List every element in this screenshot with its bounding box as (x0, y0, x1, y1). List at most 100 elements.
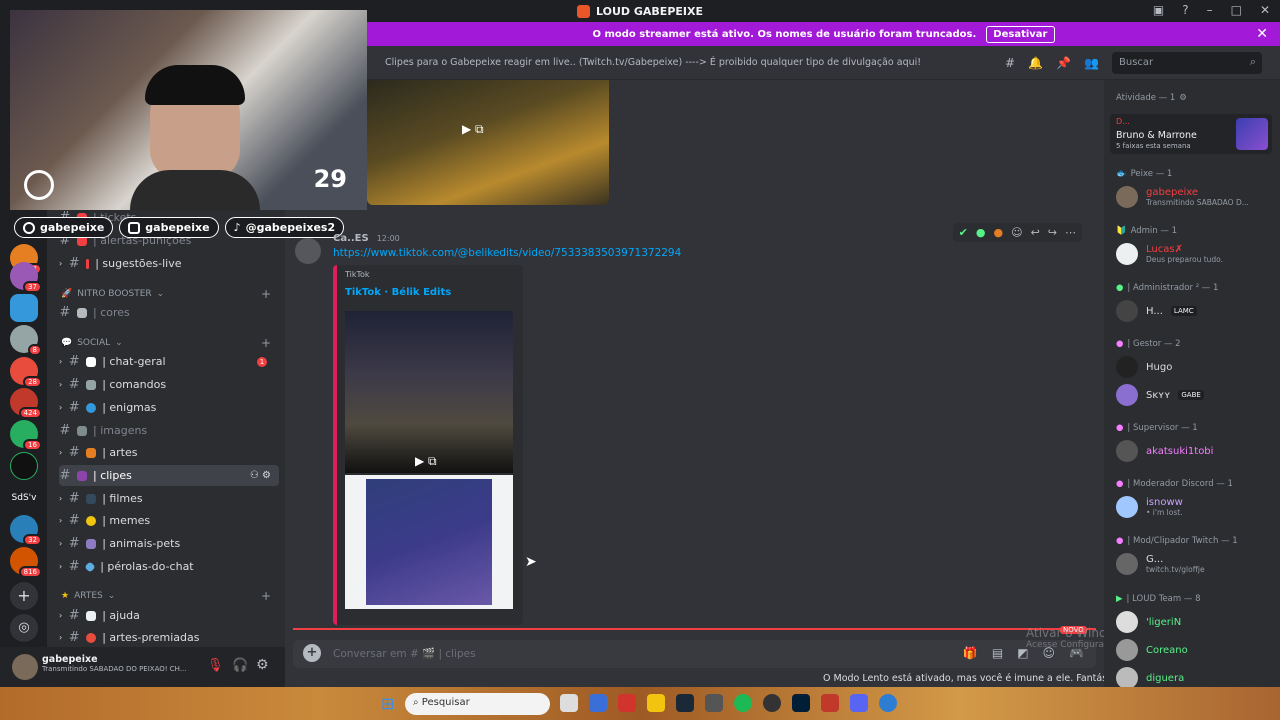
server-icon[interactable] (10, 294, 38, 322)
invite-icon[interactable]: ⚇ (250, 470, 259, 481)
art-emoji-icon (86, 447, 97, 458)
add-channel-icon[interactable]: + (261, 589, 271, 603)
channel-item-ajuda[interactable]: › # | ajuda (59, 605, 279, 626)
member-item[interactable]: 'ligeriN (1116, 607, 1276, 637)
channel-item-artes-premiadas[interactable]: › # | artes-premiadas (59, 627, 279, 647)
channel-item-comandos[interactable]: › # | comandos (59, 374, 279, 395)
taskbar-search[interactable]: ⌕ Pesquisar (405, 693, 550, 715)
server-icon[interactable]: SdS'v (10, 484, 38, 512)
spotify-icon[interactable] (734, 694, 752, 712)
reply-icon[interactable]: ↩ (1031, 226, 1040, 239)
member-item[interactable]: G... twitch.tv/gloffje (1116, 549, 1276, 579)
obs-icon[interactable] (763, 694, 781, 712)
app-icon[interactable] (705, 694, 723, 712)
folder-icon[interactable] (647, 694, 665, 712)
app-icon[interactable] (821, 694, 839, 712)
mic-muted-icon[interactable]: 🎙 (207, 658, 224, 673)
channel-item-animais-pets[interactable]: › # | animais-pets (59, 533, 279, 554)
app-icon[interactable] (618, 694, 636, 712)
channel-item-chat-geral[interactable]: › # | chat-geral 1 (59, 351, 279, 372)
server-icon[interactable]: 16 (10, 420, 42, 451)
member-item[interactable]: H... LAMC (1116, 296, 1276, 326)
disable-streamer-button[interactable]: Desativar (986, 25, 1055, 43)
embed-video-thumbnail[interactable]: ▶ ⧉ (345, 311, 513, 473)
forward-icon[interactable]: ↪ (1048, 226, 1057, 239)
channel-item-perolas-do-chat[interactable]: › # | pérolas-do-chat (59, 556, 279, 577)
app-icon[interactable] (589, 694, 607, 712)
headphones-icon[interactable]: 🎧 (232, 658, 248, 673)
category-social[interactable]: 💬 SOCIAL ⌄ + (61, 336, 281, 350)
add-reaction-icon[interactable]: ☺ (1011, 226, 1022, 239)
channel-topic[interactable]: Clipes para o Gabepeixe reagir em live..… (385, 57, 921, 68)
steam-icon[interactable] (676, 694, 694, 712)
close-window-icon[interactable]: ✕ (1260, 3, 1270, 17)
reaction-emoji-icon[interactable]: ● (976, 226, 986, 239)
member-item[interactable]: Sᴋʏʏ GABE (1116, 380, 1276, 410)
message-author[interactable]: Ca..ES (333, 233, 369, 244)
add-channel-icon[interactable]: + (261, 287, 271, 301)
channel-item-imagens[interactable]: # | imagens (59, 420, 279, 441)
help-icon[interactable]: ? (1182, 3, 1188, 17)
server-icon[interactable]: 32 (10, 515, 42, 546)
minimize-icon[interactable]: – (1207, 3, 1213, 17)
more-icon[interactable]: ⋯ (1065, 226, 1076, 239)
members-icon[interactable]: 👥 (1084, 56, 1099, 70)
server-icon[interactable] (10, 452, 38, 480)
server-icon[interactable]: 37 (10, 262, 42, 293)
category-nitro-booster[interactable]: 🚀 NITRO BOOSTER ⌄ + (61, 287, 281, 301)
message-author-avatar[interactable] (295, 238, 321, 264)
channel-item-enigmas[interactable]: › # | enigmas (59, 397, 279, 418)
add-server-icon[interactable]: + (10, 582, 38, 610)
previous-image-attachment[interactable]: ▶ ⧉ (367, 80, 609, 205)
category-artes[interactable]: ★ ARTES ⌄ + (61, 589, 281, 603)
embed-image[interactable] (345, 475, 513, 609)
reaction-check-icon[interactable]: ✔ (959, 226, 968, 239)
channel-item-filmes[interactable]: › # | filmes (59, 488, 279, 509)
member-item[interactable]: isnoww • i'm lost. (1116, 492, 1276, 522)
gift-icon[interactable]: 🎁 (963, 646, 978, 660)
bell-icon[interactable]: 🔔 (1028, 56, 1043, 70)
server-icon[interactable]: 28 (10, 357, 42, 388)
activity-card[interactable]: D... Bruno & Marrone 5 faixas esta seman… (1110, 114, 1272, 154)
photoshop-icon[interactable] (792, 694, 810, 712)
play-icon[interactable]: ▶ ⧉ (415, 454, 437, 469)
user-settings-gear-icon[interactable]: ⚙ (256, 657, 269, 673)
maximize-icon[interactable]: □ (1231, 3, 1242, 17)
gear-icon[interactable]: ⚙ (1179, 93, 1187, 103)
user-info[interactable]: gabepeixe Transmitindo SABADAO DO PEIXAO… (42, 654, 202, 673)
gear-icon[interactable]: ⚙ (262, 470, 271, 481)
inbox-icon[interactable]: ▣ (1153, 3, 1164, 17)
server-icon[interactable]: 424 (10, 388, 42, 419)
file-explorer-icon[interactable] (560, 694, 578, 712)
member-item[interactable]: diguera (1116, 663, 1276, 687)
member-item[interactable]: gabepeixe Transmitindo SABADAO D... (1116, 182, 1276, 212)
pin-icon[interactable]: 📌 (1056, 56, 1071, 70)
app-icon[interactable] (879, 694, 897, 712)
member-item[interactable]: akatsuki1tobi (1116, 436, 1276, 466)
discord-icon[interactable] (850, 694, 868, 712)
member-item[interactable]: Hugo (1116, 352, 1276, 382)
embed-title[interactable]: TikTok · Bélik Edits (345, 287, 451, 298)
server-icon[interactable]: 816 (10, 547, 42, 578)
windows-start-icon[interactable]: ⊞ (381, 694, 394, 713)
attach-plus-icon[interactable]: + (303, 644, 321, 662)
member-item[interactable]: Lucas✗ Deus preparou tudo. (1116, 239, 1276, 269)
search-input[interactable]: Buscar ⌕ (1112, 52, 1262, 74)
discover-icon[interactable]: ◎ (10, 614, 38, 642)
add-channel-icon[interactable]: + (261, 336, 271, 350)
member-item[interactable]: Coreano (1116, 635, 1276, 665)
play-icon[interactable]: ▶ ⧉ (462, 122, 484, 137)
channel-item-artes[interactable]: › # | artes (59, 442, 279, 463)
channel-item-clipes[interactable]: # | clipes ⚇ ⚙ (59, 465, 279, 486)
close-banner-icon[interactable]: ✕ (1256, 26, 1268, 42)
tiktok-link[interactable]: https://www.tiktok.com/@belikedits/video… (333, 247, 681, 259)
server-icon[interactable]: 8 (10, 325, 42, 356)
threads-icon[interactable]: # (1005, 56, 1015, 70)
channel-item-sugestoes-live[interactable]: › # | sugestões-live (59, 253, 279, 274)
gif-icon[interactable]: ▤ (992, 646, 1003, 660)
user-avatar[interactable] (12, 654, 38, 680)
channel-item-cores[interactable]: # | cores (59, 302, 279, 323)
message-composer[interactable]: + Conversar em # 🎬 | clipes 🎁 ▤ ◩ ☺ 🎮 (293, 640, 1096, 668)
reaction-emoji-icon[interactable]: ● (993, 226, 1003, 239)
channel-item-memes[interactable]: › # | memes (59, 510, 279, 531)
